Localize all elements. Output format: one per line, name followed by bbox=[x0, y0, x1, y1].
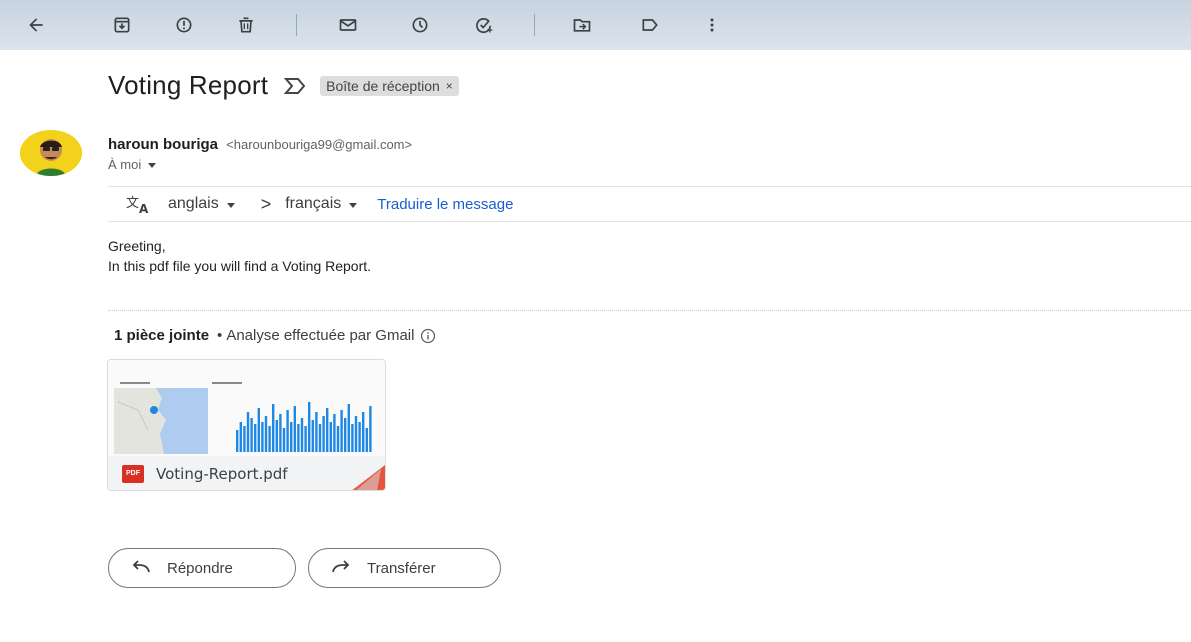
thumbnail-bar bbox=[369, 406, 372, 452]
thumbnail-bar bbox=[246, 412, 250, 452]
thumbnail-bar bbox=[308, 402, 311, 452]
source-language-select[interactable]: anglais bbox=[168, 195, 235, 213]
thumbnail-bar bbox=[329, 422, 332, 452]
translate-icon: 文 A bbox=[126, 196, 149, 215]
thumbnail-bar bbox=[297, 424, 300, 452]
subject-row: Voting Report Boîte de réception × bbox=[108, 70, 459, 101]
toolbar-divider bbox=[534, 14, 535, 36]
thumbnail-bar bbox=[322, 416, 325, 452]
thumbnail-bar bbox=[358, 422, 361, 452]
attachments-divider bbox=[108, 310, 1191, 311]
page-fold-icon bbox=[351, 465, 385, 490]
email-subject: Voting Report bbox=[108, 70, 269, 100]
thumbnail-bar bbox=[243, 426, 246, 452]
thumbnail-bar bbox=[347, 404, 350, 452]
thumbnail-bar bbox=[300, 418, 304, 452]
attachment-thumbnail bbox=[108, 360, 385, 456]
reply-label: Répondre bbox=[167, 559, 233, 577]
thumbnail-bar bbox=[272, 404, 275, 452]
report-spam-icon[interactable] bbox=[168, 9, 200, 41]
thumbnail-bar bbox=[326, 408, 329, 452]
sender-line: haroun bouriga <harounbouriga99@gmail.co… bbox=[108, 136, 412, 153]
avatar[interactable] bbox=[20, 130, 82, 176]
chevron-down-icon bbox=[349, 202, 358, 208]
snooze-icon[interactable] bbox=[404, 9, 436, 41]
sender-email: <harounbouriga99@gmail.com> bbox=[226, 137, 413, 152]
target-language-select[interactable]: français bbox=[285, 195, 358, 213]
message-body: Greeting, In this pdf file you will find… bbox=[108, 236, 371, 276]
svg-text:A: A bbox=[139, 202, 149, 215]
sender-name[interactable]: haroun bouriga bbox=[108, 136, 218, 153]
add-task-icon[interactable] bbox=[468, 9, 500, 41]
back-arrow-icon[interactable] bbox=[20, 9, 52, 41]
attachment-count: 1 pièce jointe bbox=[114, 327, 210, 344]
recipient-label: À moi bbox=[108, 157, 142, 172]
thumbnail-bar bbox=[279, 414, 282, 452]
thumbnail-bar bbox=[365, 428, 368, 452]
target-language-label: français bbox=[285, 195, 342, 212]
move-to-icon[interactable] bbox=[566, 9, 598, 41]
thumbnail-bar bbox=[264, 416, 268, 452]
importance-marker-icon[interactable] bbox=[284, 77, 306, 95]
thumbnail-bar bbox=[293, 406, 296, 452]
language-arrow-icon: > bbox=[260, 193, 272, 214]
more-icon[interactable] bbox=[696, 9, 728, 41]
thumbnail-bar bbox=[311, 420, 314, 452]
thumbnail-bar bbox=[362, 412, 365, 452]
svg-text:文: 文 bbox=[126, 196, 139, 211]
source-language-label: anglais bbox=[168, 195, 219, 212]
thumbnail-bar bbox=[239, 422, 242, 452]
body-line: Greeting, bbox=[108, 238, 166, 254]
thumbnail-bar bbox=[268, 426, 271, 452]
thumbnail-bar bbox=[315, 412, 318, 452]
thumbnail-bar bbox=[336, 426, 340, 452]
thumbnail-bar bbox=[236, 430, 239, 452]
forward-button[interactable]: Transférer bbox=[308, 548, 501, 588]
forward-icon bbox=[332, 560, 350, 573]
thumbnail-bar bbox=[282, 428, 286, 452]
pdf-icon: PDF bbox=[122, 464, 144, 483]
thumbnail-bar bbox=[275, 420, 278, 452]
info-icon[interactable] bbox=[420, 328, 436, 344]
thumbnail-bar bbox=[250, 418, 253, 452]
label-chip-text: Boîte de réception bbox=[326, 77, 440, 94]
thumbnail-bar bbox=[254, 424, 257, 452]
archive-icon[interactable] bbox=[106, 9, 138, 41]
reply-icon bbox=[132, 560, 150, 573]
chevron-down-icon bbox=[226, 202, 235, 208]
scan-status: Analyse effectuée par Gmail bbox=[226, 327, 415, 344]
thumbnail-bar bbox=[261, 422, 264, 452]
thumbnail-bar bbox=[318, 424, 322, 452]
thumbnail-bar bbox=[340, 410, 343, 452]
chevron-down-icon bbox=[148, 163, 157, 168]
thumbnail-bar bbox=[290, 422, 293, 452]
thumbnail-bar bbox=[344, 418, 347, 452]
translate-message-link[interactable]: Traduire le message bbox=[377, 196, 513, 213]
forward-label: Transférer bbox=[367, 559, 436, 577]
separator-dot: • bbox=[217, 327, 223, 344]
toolbar-divider bbox=[296, 14, 297, 36]
thumbnail-bar bbox=[354, 416, 358, 452]
translate-bar: 文 A anglais > français Traduire le messa… bbox=[108, 186, 1191, 222]
label-icon[interactable] bbox=[634, 9, 666, 41]
thumbnail-bar bbox=[304, 426, 307, 452]
delete-icon[interactable] bbox=[230, 9, 262, 41]
attachment-card[interactable]: PDF Voting-Report.pdf bbox=[107, 359, 386, 491]
recipient-details-toggle[interactable]: À moi bbox=[108, 157, 157, 172]
thumbnail-bar bbox=[333, 414, 336, 452]
attachment-footer: PDF Voting-Report.pdf bbox=[108, 456, 385, 490]
attachments-header: 1 pièce jointe • Analyse effectuée par G… bbox=[114, 327, 436, 344]
remove-label-icon[interactable]: × bbox=[446, 79, 453, 93]
thumbnail-bar bbox=[257, 408, 260, 452]
inbox-label-chip[interactable]: Boîte de réception × bbox=[320, 75, 459, 96]
body-line: In this pdf file you will find a Voting … bbox=[108, 258, 372, 274]
reply-button[interactable]: Répondre bbox=[108, 548, 296, 588]
thumbnail-bar bbox=[286, 410, 289, 452]
attachment-filename: Voting-Report.pdf bbox=[156, 464, 288, 483]
message-toolbar bbox=[0, 0, 1191, 50]
mark-unread-icon[interactable] bbox=[332, 9, 364, 41]
thumbnail-bar bbox=[351, 424, 354, 452]
